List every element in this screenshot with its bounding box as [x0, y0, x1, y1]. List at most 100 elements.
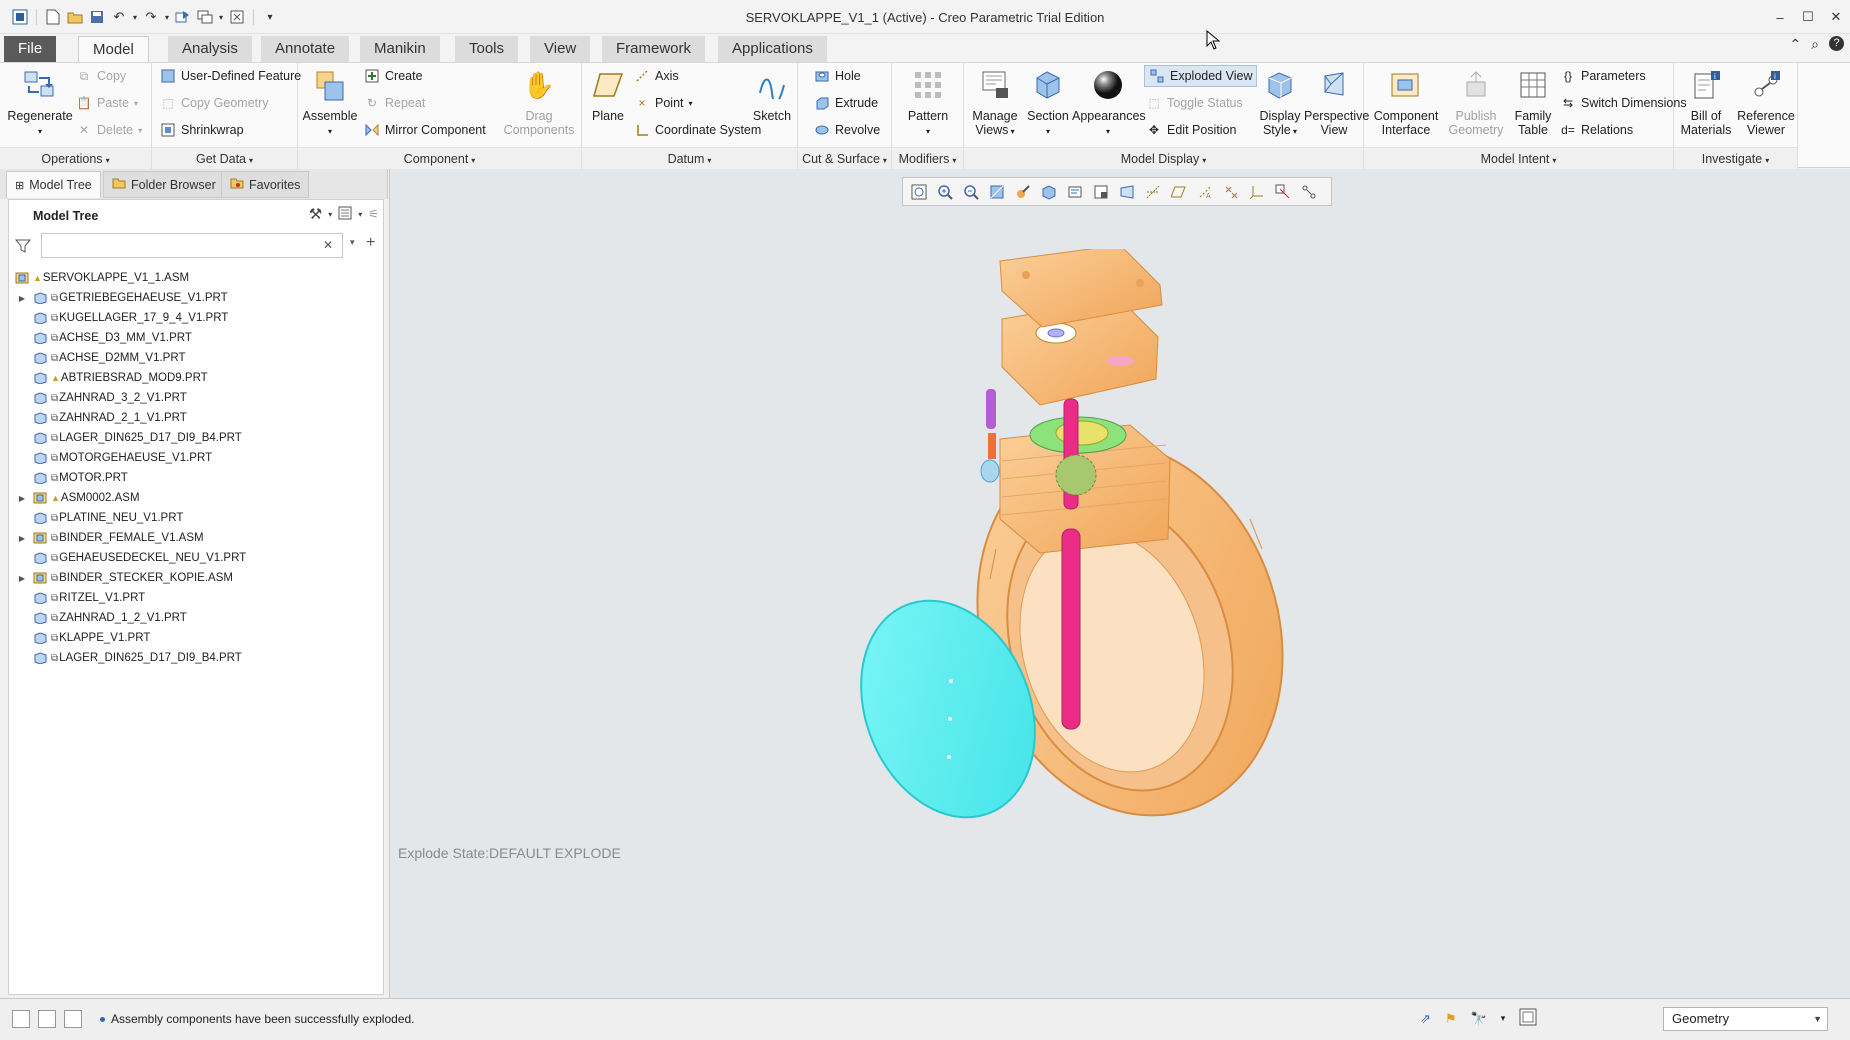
- perspective-icon[interactable]: [1116, 181, 1137, 202]
- tree-item[interactable]: ▶ ⧉ BINDER_FEMALE_V1.ASM: [15, 528, 379, 548]
- view-manager-icon[interactable]: [1090, 181, 1111, 202]
- exploded-assembly-model[interactable]: [830, 249, 1370, 869]
- tab-analysis[interactable]: Analysis: [168, 36, 252, 62]
- tree-item[interactable]: ⧉ ACHSE_D3_MM_V1.PRT: [15, 328, 379, 348]
- annotation-display-icon[interactable]: [1298, 181, 1319, 202]
- mirror-component-button[interactable]: Mirror Component: [364, 119, 486, 141]
- filter-funnel-icon[interactable]: [14, 238, 32, 254]
- tree-item[interactable]: ▶ ⧉ GETRIEBEGEHAEUSE_V1.PRT: [15, 288, 379, 308]
- tree-item[interactable]: ▲ ABTRIEBSRAD_MOD9.PRT: [15, 368, 379, 388]
- regeneration-status-icon[interactable]: ⇗: [1420, 1011, 1431, 1027]
- component-interface-button[interactable]: Component Interface: [1368, 67, 1444, 137]
- show-dropdown-icon[interactable]: ▾: [358, 210, 362, 219]
- revolve-button[interactable]: Revolve: [814, 119, 880, 141]
- point-button[interactable]: × Point ▾: [634, 92, 692, 114]
- expand-arrow-icon[interactable]: ▶: [15, 494, 29, 503]
- model-display-group-label[interactable]: Model Display ▾: [964, 147, 1363, 169]
- axis-display-icon[interactable]: A: [1194, 181, 1215, 202]
- reference-viewer-button[interactable]: i Reference Viewer: [1736, 67, 1796, 137]
- extrude-button[interactable]: Extrude: [814, 92, 878, 114]
- toggle-browser-icon[interactable]: [38, 1010, 56, 1028]
- tab-model[interactable]: Model: [78, 36, 149, 62]
- tab-folder-browser[interactable]: Folder Browser: [103, 171, 225, 198]
- investigate-group-label[interactable]: Investigate ▾: [1674, 147, 1797, 169]
- toggle-status-button[interactable]: ⬚ Toggle Status: [1146, 92, 1242, 114]
- tree-item[interactable]: ▶ ⧉ BINDER_STECKER_KOPIE.ASM: [15, 568, 379, 588]
- perspective-view-button[interactable]: Perspective View: [1304, 67, 1369, 137]
- spin-center-icon[interactable]: [1272, 181, 1293, 202]
- csys-display-icon[interactable]: [1246, 181, 1267, 202]
- tree-item[interactable]: ⧉ LAGER_DIN625_D17_DI9_B4.PRT: [15, 428, 379, 448]
- cut-surface-group-label[interactable]: Cut & Surface ▾: [798, 147, 891, 169]
- operations-group-label[interactable]: Operations ▾: [0, 147, 151, 169]
- delete-button[interactable]: ✕ Delete ▾: [76, 119, 142, 141]
- point-display-icon[interactable]: [1220, 181, 1241, 202]
- relations-button[interactable]: d= Relations: [1560, 119, 1633, 141]
- sketch-button[interactable]: Sketch: [750, 67, 794, 123]
- tree-item[interactable]: ⧉ MOTORGEHAEUSE_V1.PRT: [15, 448, 379, 468]
- plane-button[interactable]: Plane: [586, 67, 630, 123]
- coordinate-system-button[interactable]: Coordinate System: [634, 119, 761, 141]
- edit-position-button[interactable]: ✥ Edit Position: [1146, 119, 1237, 141]
- tree-item[interactable]: ▶ ▲ ASM0002.ASM: [15, 488, 379, 508]
- create-button[interactable]: Create: [364, 65, 423, 87]
- user-defined-feature-button[interactable]: User-Defined Feature: [160, 65, 301, 87]
- maximize-button[interactable]: ☐: [1794, 0, 1822, 34]
- bill-of-materials-button[interactable]: i Bill of Materials: [1676, 67, 1736, 137]
- publish-geometry-button[interactable]: Publish Geometry: [1446, 67, 1506, 137]
- help-icon[interactable]: ?: [1829, 36, 1844, 51]
- expand-arrow-icon[interactable]: ▶: [15, 574, 29, 583]
- tab-manikin[interactable]: Manikin: [360, 36, 440, 62]
- axis-button[interactable]: Axis: [634, 65, 679, 87]
- tab-annotate[interactable]: Annotate: [261, 36, 350, 62]
- find-icon[interactable]: 🔭: [1471, 1011, 1487, 1027]
- paste-button[interactable]: 📋 Paste ▾: [76, 92, 138, 114]
- find-dropdown-icon[interactable]: ▾: [1501, 1013, 1506, 1024]
- family-table-button[interactable]: Family Table: [1508, 67, 1558, 137]
- tree-root-row[interactable]: ▲ SERVOKLAPPE_V1_1.ASM: [15, 268, 379, 288]
- display-style-button[interactable]: Display Style ▾: [1256, 67, 1304, 139]
- tab-applications[interactable]: Applications: [718, 36, 827, 62]
- tree-item[interactable]: ⧉ ZAHNRAD_2_1_V1.PRT: [15, 408, 379, 428]
- tab-view[interactable]: View: [530, 36, 591, 62]
- get-data-group-label[interactable]: Get Data ▾: [152, 147, 297, 169]
- refit-icon[interactable]: [908, 181, 929, 202]
- switch-dimensions-button[interactable]: ⇆ Switch Dimensions: [1560, 92, 1687, 114]
- tree-item[interactable]: ⧉ MOTOR.PRT: [15, 468, 379, 488]
- repeat-button[interactable]: ↻ Repeat: [364, 92, 425, 114]
- section-button[interactable]: Section ▾: [1024, 67, 1072, 139]
- hole-button[interactable]: Hole: [814, 65, 861, 87]
- component-group-label[interactable]: Component ▾: [298, 147, 581, 169]
- close-button[interactable]: ✕: [1822, 0, 1850, 34]
- graphics-viewport[interactable]: A Explode State:DEFAULT EXPLODE: [389, 169, 1850, 998]
- tree-item[interactable]: ⧉ PLATINE_NEU_V1.PRT: [15, 508, 379, 528]
- tree-item[interactable]: ⧉ LAGER_DIN625_D17_DI9_B4.PRT: [15, 648, 379, 668]
- selection-filter-select[interactable]: Geometry ▼: [1663, 1007, 1828, 1031]
- appearance-gallery-icon[interactable]: [1012, 181, 1033, 202]
- tab-favorites[interactable]: Favorites: [221, 171, 310, 198]
- tree-settings-dropdown-icon[interactable]: ▾: [328, 210, 332, 219]
- copy-geometry-button[interactable]: ⬚ Copy Geometry: [160, 92, 268, 114]
- pattern-button[interactable]: Pattern ▾: [898, 67, 958, 139]
- copy-button[interactable]: ⧉ Copy: [76, 65, 126, 87]
- plane-display-icon[interactable]: [1168, 181, 1189, 202]
- tree-item[interactable]: ⧉ KUGELLAGER_17_9_4_V1.PRT: [15, 308, 379, 328]
- add-filter-icon[interactable]: +: [366, 234, 375, 252]
- tree-item[interactable]: ⧉ ACHSE_D2MM_V1.PRT: [15, 348, 379, 368]
- tab-model-tree[interactable]: ⊞ Model Tree: [6, 171, 101, 198]
- repaint-icon[interactable]: [986, 181, 1007, 202]
- zoom-out-icon[interactable]: [960, 181, 981, 202]
- selection-list-icon[interactable]: [1519, 1008, 1537, 1029]
- minimize-button[interactable]: –: [1766, 0, 1794, 34]
- flag-icon[interactable]: ⚑: [1445, 1011, 1457, 1027]
- drag-components-button[interactable]: ✋ Drag Components: [501, 67, 577, 137]
- zoom-in-icon[interactable]: [934, 181, 955, 202]
- expand-arrow-icon[interactable]: ▶: [15, 534, 29, 543]
- saved-orientations-icon[interactable]: [1064, 181, 1085, 202]
- tab-file[interactable]: File: [4, 36, 57, 62]
- manage-views-button[interactable]: Manage Views ▾: [968, 67, 1022, 139]
- shrinkwrap-button[interactable]: Shrinkwrap: [160, 119, 244, 141]
- tab-tools[interactable]: Tools: [455, 36, 519, 62]
- tree-item[interactable]: ⧉ GEHAEUSEDECKEL_NEU_V1.PRT: [15, 548, 379, 568]
- toggle-navigator-icon[interactable]: [12, 1010, 30, 1028]
